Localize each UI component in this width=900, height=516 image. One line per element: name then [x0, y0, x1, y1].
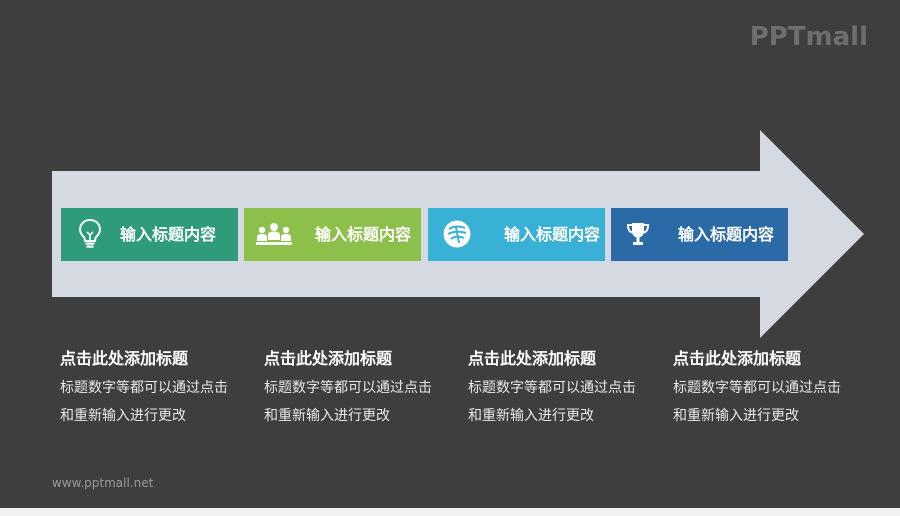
- caption-3-title[interactable]: 点击此处添加标题: [468, 346, 658, 372]
- caption-2: 点击此处添加标题 标题数字等都可以通过点击和重新输入进行更改: [264, 346, 454, 430]
- pptmall-logo: PPTmall: [749, 22, 868, 52]
- step-4-label: 输入标题内容: [677, 225, 774, 244]
- step-4[interactable]: 输入标题内容: [611, 208, 788, 261]
- trophy-icon: [621, 217, 655, 251]
- step-2-label: 输入标题内容: [314, 225, 411, 244]
- step-2[interactable]: 输入标题内容: [244, 208, 421, 261]
- caption-1-desc[interactable]: 标题数字等都可以通过点击和重新输入进行更改: [60, 374, 236, 430]
- step-1[interactable]: 输入标题内容: [61, 208, 238, 261]
- lightbulb-icon: [73, 217, 107, 251]
- caption-3: 点击此处添加标题 标题数字等都可以通过点击和重新输入进行更改: [468, 346, 658, 430]
- caption-2-desc[interactable]: 标题数字等都可以通过点击和重新输入进行更改: [264, 374, 440, 430]
- step-1-label: 输入标题内容: [119, 225, 216, 244]
- footer-url: www.pptmall.net: [52, 476, 154, 490]
- lettuce-icon: [440, 217, 474, 251]
- caption-1: 点击此处添加标题 标题数字等都可以通过点击和重新输入进行更改: [60, 346, 250, 430]
- people-icon: [254, 217, 294, 251]
- caption-2-title[interactable]: 点击此处添加标题: [264, 346, 454, 372]
- caption-3-desc[interactable]: 标题数字等都可以通过点击和重新输入进行更改: [468, 374, 644, 430]
- caption-4-title[interactable]: 点击此处添加标题: [673, 346, 863, 372]
- step-3-label: 输入标题内容: [503, 225, 600, 244]
- caption-4-desc[interactable]: 标题数字等都可以通过点击和重新输入进行更改: [673, 374, 849, 430]
- slide: PPTmall 输入标题内容 输入标题内容 输入标题内容 输入标题内容 点击此处…: [0, 0, 900, 508]
- caption-1-title[interactable]: 点击此处添加标题: [60, 346, 250, 372]
- step-3[interactable]: 输入标题内容: [428, 208, 605, 261]
- caption-4: 点击此处添加标题 标题数字等都可以通过点击和重新输入进行更改: [673, 346, 863, 430]
